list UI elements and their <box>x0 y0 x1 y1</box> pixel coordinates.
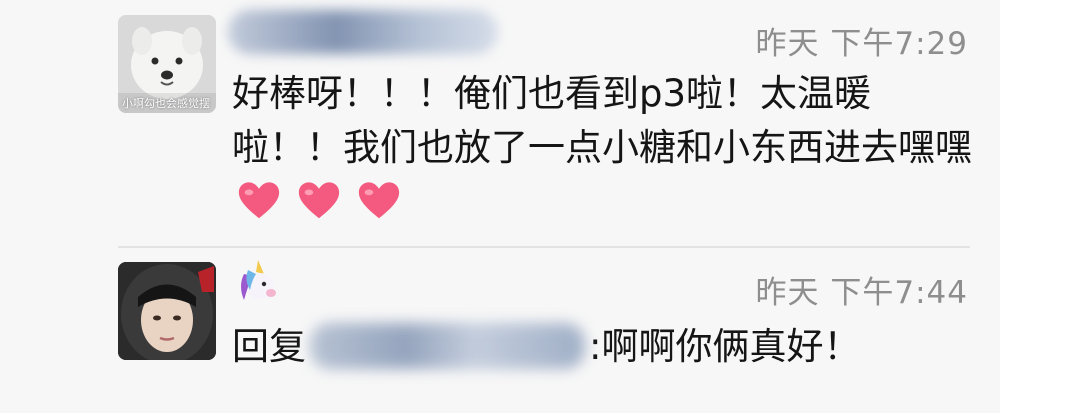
comment-text: 回复 :啊啊你俩真好！ <box>232 320 972 374</box>
comment-text: 好棒呀！！！俺们也看到p3啦！太温暖啦！！我们也放了一点小糖和小东西进去嘿嘿 <box>232 67 972 231</box>
heart-emoji-group <box>236 177 404 231</box>
page-margin <box>1000 0 1080 413</box>
helmet-person-avatar-icon[interactable] <box>118 262 216 360</box>
redacted-username[interactable] <box>228 10 498 54</box>
comment-list: 小啊勾也会感觉摆 昨天 下午7:29 好棒呀！！！俺们也看到p3啦！太温暖啦！！… <box>0 0 1000 413</box>
heart-icon <box>358 181 399 218</box>
reply-text: :啊啊你俩真好！ <box>589 325 861 368</box>
comment-item: 小啊勾也会感觉摆 昨天 下午7:29 好棒呀！！！俺们也看到p3啦！太温暖啦！！… <box>0 0 1000 245</box>
comment-body: 好棒呀！！！俺们也看到p3啦！太温暖啦！！我们也放了一点小糖和小东西进去嘿嘿 <box>232 72 972 169</box>
comment-item: 昨天 下午7:44 回复 :啊啊你俩真好！ <box>0 248 1000 413</box>
heart-icon <box>298 181 339 218</box>
comment-time: 昨天 下午7:44 <box>755 275 968 311</box>
reply-prefix: 回复 <box>232 325 306 368</box>
unicorn-icon[interactable] <box>234 256 284 306</box>
comment-time: 昨天 下午7:29 <box>755 26 968 62</box>
avatar-watermark: 小啊勾也会感觉摆 <box>122 97 210 110</box>
redacted-reply-target[interactable] <box>310 323 585 369</box>
heart-icon <box>238 181 280 218</box>
samoyed-avatar-icon[interactable]: 小啊勾也会感觉摆 <box>118 15 216 113</box>
